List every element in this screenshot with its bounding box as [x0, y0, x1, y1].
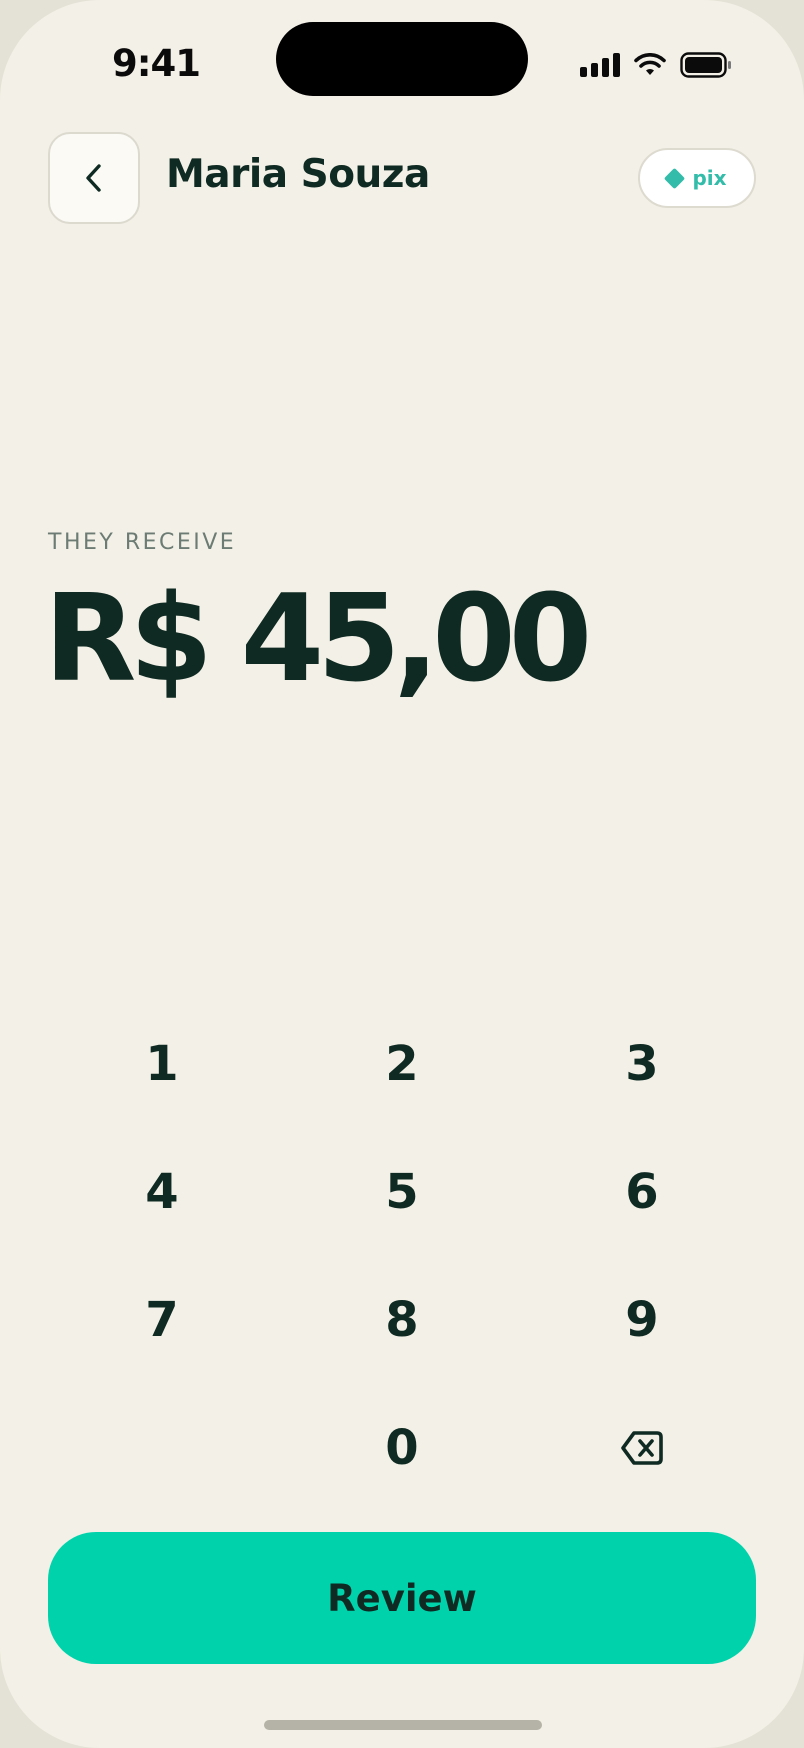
keypad-key-5[interactable]: 5 [282, 1128, 522, 1256]
cellular-signal-icon [580, 53, 620, 77]
keypad-backspace-button[interactable] [522, 1384, 762, 1512]
phone-screen: 9:41 Maria Souza pix THEY RECEIVE R$ 45,… [0, 0, 804, 1748]
keypad-key-2[interactable]: 2 [282, 1000, 522, 1128]
keypad-key-4[interactable]: 4 [42, 1128, 282, 1256]
keypad-key-7[interactable]: 7 [42, 1256, 282, 1384]
amount-label: THEY RECEIVE [48, 530, 237, 555]
back-button[interactable] [48, 132, 140, 224]
keypad-key-empty [42, 1384, 282, 1512]
keypad-key-6[interactable]: 6 [522, 1128, 762, 1256]
status-icons [580, 50, 732, 80]
status-time: 9:41 [112, 42, 201, 85]
keypad-key-8[interactable]: 8 [282, 1256, 522, 1384]
keypad-key-9[interactable]: 9 [522, 1256, 762, 1384]
amount-value: R$ 45,00 [44, 570, 592, 709]
wifi-icon [634, 53, 666, 75]
home-indicator[interactable] [264, 1720, 542, 1730]
battery-icon [680, 52, 731, 78]
pix-diamond-icon [664, 167, 686, 189]
numeric-keypad: 1 2 3 4 5 6 7 8 9 0 [42, 1000, 762, 1512]
backspace-icon [621, 1431, 663, 1465]
keypad-key-0[interactable]: 0 [282, 1384, 522, 1512]
payment-method-badge[interactable]: pix [638, 148, 756, 208]
payment-method-label: pix [692, 166, 727, 190]
dynamic-island [276, 22, 528, 96]
chevron-left-icon [86, 164, 101, 192]
review-button[interactable]: Review [48, 1532, 756, 1664]
keypad-key-3[interactable]: 3 [522, 1000, 762, 1128]
recipient-name: Maria Souza [166, 152, 430, 197]
keypad-key-1[interactable]: 1 [42, 1000, 282, 1128]
